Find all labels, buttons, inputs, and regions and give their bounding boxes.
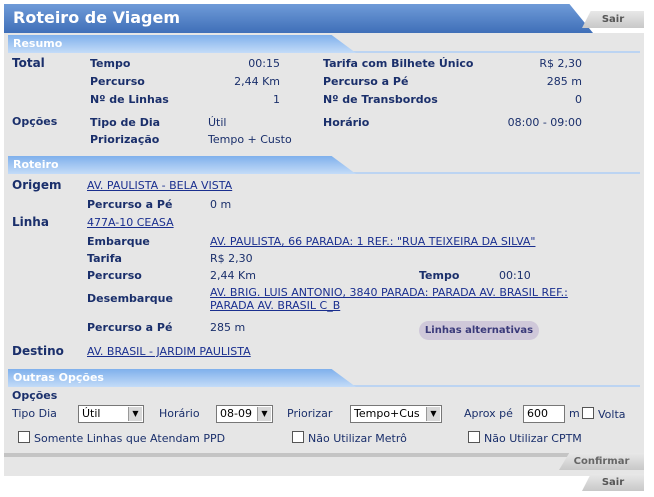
outras-title: Outras Opções xyxy=(13,371,104,384)
tipo-dia-select[interactable]: Útil ▼ xyxy=(78,405,144,423)
linha-label: Linha xyxy=(12,215,49,229)
tempo-value: 00:15 xyxy=(248,57,280,70)
tipo-dia-select-value: Útil xyxy=(82,407,101,420)
tipo-dia-value: Útil xyxy=(208,116,227,129)
desembarque-label: Desembarque xyxy=(87,292,173,305)
no-metro-label: Não Utilizar Metrô xyxy=(308,432,407,445)
header-bar: Roteiro de Viagem Sair xyxy=(4,4,644,33)
origem-label: Origem xyxy=(12,178,62,192)
no-metro-checkbox[interactable] xyxy=(292,431,304,443)
transbordos-label: Nº de Transbordos xyxy=(323,93,438,106)
priorizacao-value: Tempo + Custo xyxy=(208,133,292,146)
horario-select[interactable]: 08-09 ▼ xyxy=(216,405,273,423)
percurso-pe-value: 285 m xyxy=(546,75,582,88)
linhas-value: 1 xyxy=(273,93,280,106)
chevron-down-icon: ▼ xyxy=(426,407,440,421)
resumo-title: Resumo xyxy=(13,37,63,50)
tarifa-label: Tarifa xyxy=(87,252,122,265)
opcoes-label: Opções xyxy=(12,115,58,128)
resumo-section-header: Resumo xyxy=(8,35,356,53)
tarifa-bilhete-label: Tarifa com Bilhete Único xyxy=(323,57,474,70)
aprox-pe-label: Aprox pé xyxy=(464,407,513,420)
destino-link[interactable]: AV. BRASIL - JARDIM PAULISTA xyxy=(87,345,251,358)
no-cptm-label: Não Utilizar CPTM xyxy=(484,432,582,445)
horario-value: 08:00 - 09:00 xyxy=(507,116,582,129)
priorizacao-label: Priorização xyxy=(90,133,160,146)
aprox-pe-input[interactable]: 600 xyxy=(523,405,565,423)
outras-opcoes-label: Opções xyxy=(12,389,58,402)
embarque-link[interactable]: AV. PAULISTA, 66 PARADA: 1 REF.: "RUA TE… xyxy=(210,235,535,248)
roteiro-tempo-value: 00:10 xyxy=(499,269,531,282)
embarque-label: Embarque xyxy=(87,235,150,248)
outras-section-header: Outras Opções xyxy=(8,369,356,387)
destino-label: Destino xyxy=(12,344,64,358)
no-cptm-checkbox[interactable] xyxy=(468,431,480,443)
exit-button-top[interactable]: Sair xyxy=(582,11,644,28)
roteiro-percurso-label: Percurso xyxy=(87,269,142,282)
desembarque-link-line2[interactable]: PARADA AV. BRASIL C_B xyxy=(210,299,340,312)
chevron-down-icon: ▼ xyxy=(257,407,271,421)
origem-pe-label: Percurso a Pé xyxy=(87,198,173,211)
percurso-label: Percurso xyxy=(90,75,145,88)
tarifa-bilhete-value: R$ 2,30 xyxy=(539,57,582,70)
roteiro-section-header: Roteiro xyxy=(8,156,356,174)
roteiro-tempo-label: Tempo xyxy=(419,269,460,282)
horario-select-label: Horário xyxy=(159,407,200,420)
ppd-label: Somente Linhas que Atendam PPD xyxy=(34,432,226,445)
origem-link[interactable]: AV. PAULISTA - BELA VISTA xyxy=(87,179,232,192)
roteiro-title: Roteiro xyxy=(13,158,59,171)
tipo-dia-select-label: Tipo Dia xyxy=(12,407,57,420)
origem-pe-value: 0 m xyxy=(210,198,232,211)
horario-label: Horário xyxy=(323,116,370,129)
alternative-lines-button[interactable]: Linhas alternativas xyxy=(419,321,539,340)
total-label: Total xyxy=(12,56,45,70)
roteiro-percurso-value: 2,44 Km xyxy=(210,269,256,282)
percurso-pe-label: Percurso a Pé xyxy=(323,75,409,88)
linha-link[interactable]: 477A-10 CEASA xyxy=(87,216,174,229)
tipo-dia-label: Tipo de Dia xyxy=(90,116,161,129)
tarifa-value: R$ 2,30 xyxy=(210,252,253,265)
transbordos-value: 0 xyxy=(575,93,582,106)
aprox-pe-unit: m xyxy=(569,407,580,420)
percurso-value: 2,44 Km xyxy=(234,75,280,88)
linhas-label: Nº de Linhas xyxy=(90,93,169,106)
chevron-down-icon: ▼ xyxy=(128,407,142,421)
tempo-label: Tempo xyxy=(90,57,131,70)
trip-itinerary-panel: Roteiro de Viagem Sair Resumo Total Temp… xyxy=(4,4,644,493)
volta-label: Volta xyxy=(598,408,626,421)
priorizar-select-value: Tempo+Cus xyxy=(354,407,420,420)
confirm-button[interactable]: Confirmar xyxy=(559,453,644,470)
destino-pe-label: Percurso a Pé xyxy=(87,321,173,334)
volta-checkbox[interactable] xyxy=(582,407,594,419)
priorizar-select-label: Priorizar xyxy=(287,407,333,420)
destino-pe-value: 285 m xyxy=(210,321,246,334)
horario-select-value: 08-09 xyxy=(220,407,252,420)
ppd-checkbox[interactable] xyxy=(18,431,30,443)
priorizar-select[interactable]: Tempo+Cus ▼ xyxy=(350,405,442,423)
desembarque-link-line1[interactable]: AV. BRIG. LUIS ANTONIO, 3840 PARADA: PAR… xyxy=(210,286,568,299)
exit-button-bottom[interactable]: Sair xyxy=(582,474,644,491)
page-title: Roteiro de Viagem xyxy=(13,8,180,27)
bottom-divider xyxy=(4,453,644,457)
